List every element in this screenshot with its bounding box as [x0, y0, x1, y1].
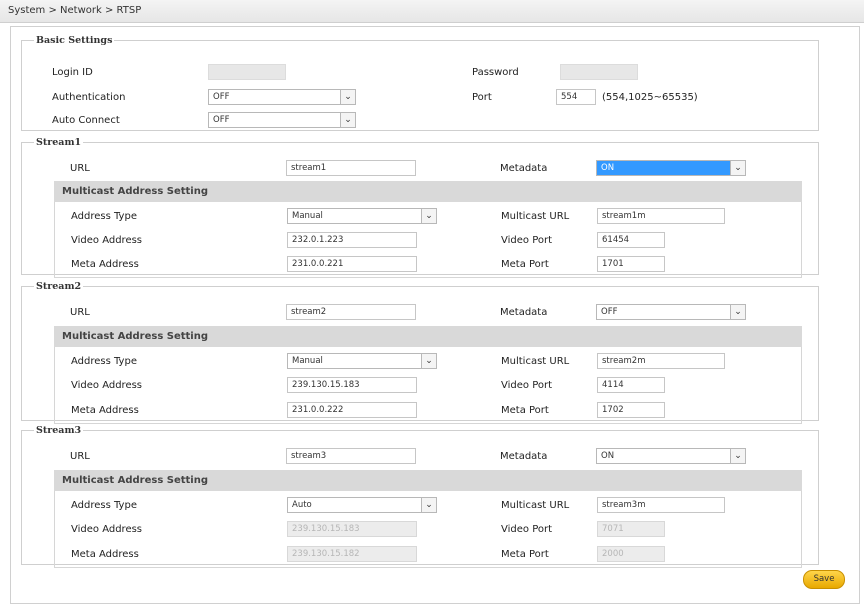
breadcrumb: System > Network > RTSP	[8, 5, 142, 16]
authentication-select[interactable]: OFF ⌄	[208, 89, 356, 105]
chevron-down-icon[interactable]: ⌄	[730, 161, 745, 175]
stream1-metadata-select[interactable]: ON ⌄	[596, 160, 746, 176]
address-type-label: Address Type	[71, 356, 137, 367]
stream2-meta-port-input[interactable]: 1702	[597, 402, 665, 418]
stream1-video-address-input[interactable]: 232.0.1.223	[287, 232, 417, 248]
stream2-address-type-value: Manual	[292, 356, 323, 366]
address-type-label: Address Type	[71, 211, 137, 222]
stream3-video-port-input: 7071	[597, 521, 665, 537]
video-address-label: Video Address	[71, 524, 143, 535]
stream2-legend: Stream2	[36, 281, 82, 292]
stream3-legend: Stream3	[36, 425, 82, 436]
chevron-down-icon[interactable]: ⌄	[730, 305, 745, 319]
stream1-address-type-select[interactable]: Manual ⌄	[287, 208, 437, 224]
video-address-label: Video Address	[71, 235, 143, 246]
meta-port-label: Meta Port	[501, 549, 549, 560]
chevron-down-icon[interactable]: ⌄	[730, 449, 745, 463]
stream2-multicast-box: Address Type Manual ⌄ Multicast URL stre…	[54, 347, 802, 424]
stream3-address-type-select[interactable]: Auto ⌄	[287, 497, 437, 513]
multicast-url-label: Multicast URL	[501, 356, 570, 367]
metadata-label: Metadata	[500, 451, 548, 462]
meta-port-label: Meta Port	[501, 259, 549, 270]
stream1-meta-address-input[interactable]: 231.0.0.221	[287, 256, 417, 272]
chevron-down-icon[interactable]: ⌄	[421, 354, 436, 368]
metadata-label: Metadata	[500, 307, 548, 318]
multicast-url-label: Multicast URL	[501, 500, 570, 511]
video-port-label: Video Port	[501, 524, 553, 535]
multicast-setting-title: Multicast Address Setting	[62, 186, 209, 197]
meta-address-label: Meta Address	[71, 259, 139, 270]
port-label: Port	[472, 92, 492, 103]
stream3-metadata-value: ON	[601, 451, 615, 461]
stream2-meta-address-input[interactable]: 231.0.0.222	[287, 402, 417, 418]
stream1-section: Stream1 URL stream1 Metadata ON ⌄ Multic…	[21, 137, 819, 278]
metadata-label: Metadata	[500, 163, 548, 174]
stream1-address-type-value: Manual	[292, 211, 323, 221]
stream3-multicast-box: Address Type Auto ⌄ Multicast URL stream…	[54, 491, 802, 568]
multicast-address-setting-header: Multicast Address Setting	[54, 326, 802, 347]
url-label: URL	[70, 307, 90, 318]
stream1-metadata-value: ON	[598, 162, 618, 174]
stream3-url-input[interactable]: stream3	[286, 448, 416, 464]
stream2-url-input[interactable]: stream2	[286, 304, 416, 320]
auto-connect-label: Auto Connect	[52, 115, 120, 126]
chevron-down-icon[interactable]: ⌄	[340, 90, 355, 104]
url-label: URL	[70, 451, 90, 462]
breadcrumb-bar: System > Network > RTSP	[0, 0, 864, 23]
stream2-metadata-value: OFF	[601, 307, 618, 317]
multicast-address-setting-header: Multicast Address Setting	[54, 470, 802, 491]
meta-address-label: Meta Address	[71, 549, 139, 560]
stream1-multicast-url-input[interactable]: stream1m	[597, 208, 725, 224]
multicast-setting-title: Multicast Address Setting	[62, 331, 209, 342]
video-port-label: Video Port	[501, 380, 553, 391]
stream1-video-port-input[interactable]: 61454	[597, 232, 665, 248]
stream3-video-address-input: 239.130.15.183	[287, 521, 417, 537]
rtsp-settings-panel: Basic Settings Login ID Password Authent…	[10, 26, 860, 604]
video-port-label: Video Port	[501, 235, 553, 246]
url-label: URL	[70, 163, 90, 174]
login-id-input[interactable]	[208, 64, 286, 80]
video-address-label: Video Address	[71, 380, 143, 391]
stream3-address-type-value: Auto	[292, 500, 312, 510]
stream3-meta-port-input: 2000	[597, 546, 665, 562]
port-range-hint: (554,1025~65535)	[602, 92, 698, 103]
stream2-section: Stream2 URL stream2 Metadata OFF ⌄ Multi…	[21, 281, 819, 424]
authentication-label: Authentication	[52, 92, 126, 103]
stream1-meta-port-input[interactable]: 1701	[597, 256, 665, 272]
stream3-section: Stream3 URL stream3 Metadata ON ⌄ Multic…	[21, 425, 819, 568]
multicast-setting-title: Multicast Address Setting	[62, 475, 209, 486]
chevron-down-icon[interactable]: ⌄	[421, 498, 436, 512]
meta-port-label: Meta Port	[501, 405, 549, 416]
address-type-label: Address Type	[71, 500, 137, 511]
stream1-legend: Stream1	[36, 137, 82, 148]
save-button[interactable]: Save	[803, 570, 845, 589]
multicast-url-label: Multicast URL	[501, 211, 570, 222]
authentication-value: OFF	[213, 92, 230, 102]
auto-connect-select[interactable]: OFF ⌄	[208, 112, 356, 128]
stream3-meta-address-input: 239.130.15.182	[287, 546, 417, 562]
stream3-multicast-url-input[interactable]: stream3m	[597, 497, 725, 513]
chevron-down-icon[interactable]: ⌄	[340, 113, 355, 127]
stream2-video-port-input[interactable]: 4114	[597, 377, 665, 393]
stream3-metadata-select[interactable]: ON ⌄	[596, 448, 746, 464]
basic-settings-section: Basic Settings Login ID Password Authent…	[21, 35, 819, 131]
stream1-url-input[interactable]: stream1	[286, 160, 416, 176]
stream2-metadata-select[interactable]: OFF ⌄	[596, 304, 746, 320]
stream2-multicast-url-input[interactable]: stream2m	[597, 353, 725, 369]
meta-address-label: Meta Address	[71, 405, 139, 416]
stream1-multicast-box: Address Type Manual ⌄ Multicast URL stre…	[54, 202, 802, 278]
stream2-address-type-select[interactable]: Manual ⌄	[287, 353, 437, 369]
multicast-address-setting-header: Multicast Address Setting	[54, 181, 802, 202]
stream2-video-address-input[interactable]: 239.130.15.183	[287, 377, 417, 393]
login-id-label: Login ID	[52, 67, 93, 78]
port-input[interactable]: 554	[556, 89, 596, 105]
auto-connect-value: OFF	[213, 115, 230, 125]
chevron-down-icon[interactable]: ⌄	[421, 209, 436, 223]
password-input[interactable]	[560, 64, 638, 80]
basic-settings-legend: Basic Settings	[36, 35, 113, 46]
password-label: Password	[472, 67, 519, 78]
